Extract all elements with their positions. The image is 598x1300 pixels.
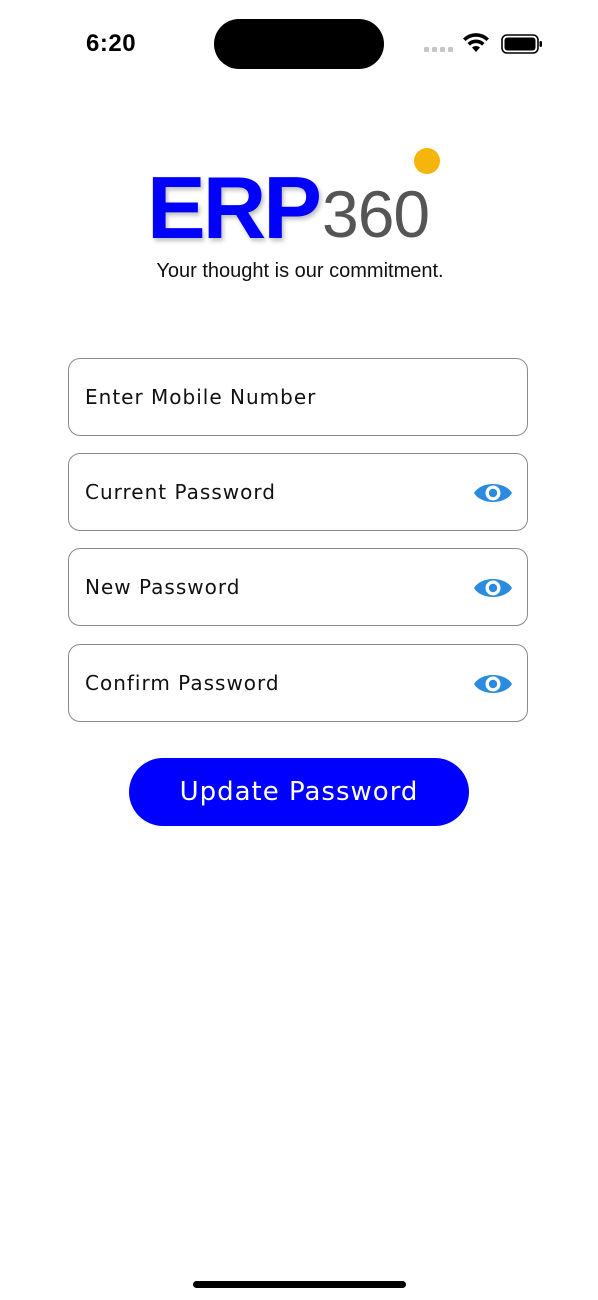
eye-icon[interactable] (473, 480, 513, 506)
cellular-signal-icon (424, 47, 453, 52)
current-password-input[interactable] (85, 454, 465, 530)
logo-dot (414, 148, 440, 174)
new-password-input[interactable] (85, 549, 465, 625)
update-password-button[interactable]: Update Password (129, 758, 469, 826)
logo-erp-text: ERP (147, 158, 322, 257)
battery-icon (501, 34, 542, 54)
confirm-password-field (68, 644, 528, 722)
eye-icon[interactable] (473, 671, 513, 697)
logo-360-text: 360 (322, 177, 430, 251)
logo-tagline: Your thought is our commitment. (156, 260, 444, 282)
wifi-icon (463, 33, 489, 52)
home-indicator[interactable] (193, 1281, 406, 1288)
confirm-password-input[interactable] (85, 645, 465, 721)
current-password-field (68, 453, 528, 531)
eye-icon[interactable] (473, 575, 513, 601)
new-password-field (68, 548, 528, 626)
mobile-number-field (68, 358, 528, 436)
status-time: 6:20 (86, 30, 137, 57)
mobile-number-input[interactable] (85, 359, 465, 435)
change-password-screen: 6:20 ERP 360 Your thought is our commitm… (0, 0, 598, 1300)
erp360-logo: ERP 360 Your thought is our commitment. (130, 140, 470, 300)
dynamic-island (214, 19, 384, 69)
